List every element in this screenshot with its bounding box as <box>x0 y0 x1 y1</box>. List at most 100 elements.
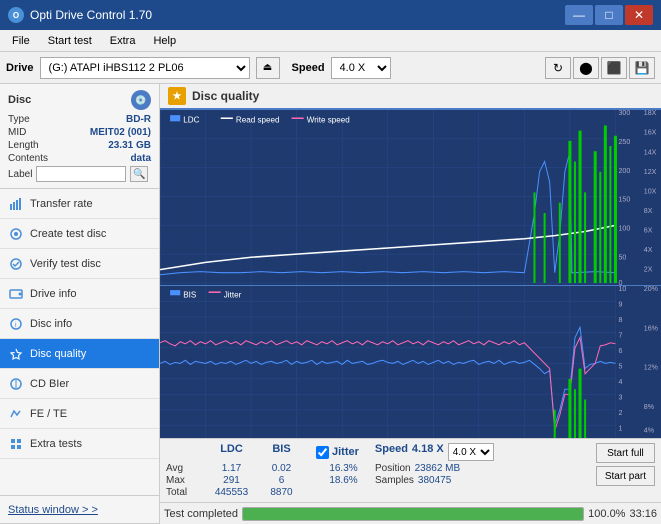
stats-header-row: LDC BIS Jitter Speed 4.18 X <box>166 443 588 461</box>
jitter-checkbox-container[interactable]: Jitter <box>316 443 359 461</box>
extra-tests-icon <box>8 436 24 452</box>
disc-type-row: Type BD-R <box>8 114 151 125</box>
sidebar-item-extra-tests[interactable]: Extra tests <box>0 429 159 459</box>
stats-bar: LDC BIS Jitter Speed 4.18 X <box>160 438 661 502</box>
sidebar-item-label-disc-quality: Disc quality <box>30 348 86 360</box>
sidebar-item-disc-quality[interactable]: Disc quality <box>0 339 159 369</box>
svg-text:2: 2 <box>618 409 622 417</box>
title-bar: O Opti Drive Control 1.70 — □ ✕ <box>0 0 661 30</box>
svg-text:Write speed: Write speed <box>307 115 350 124</box>
disc-info-icon: i <box>8 316 24 332</box>
progress-time: 33:16 <box>629 508 657 520</box>
start-part-button[interactable]: Start part <box>596 466 655 486</box>
svg-text:Jitter: Jitter <box>224 290 242 299</box>
stats-table: LDC BIS Jitter Speed 4.18 X <box>166 443 588 498</box>
toolbar-icon-2[interactable]: ⬤ <box>573 57 599 79</box>
stats-speed-select[interactable]: 4.0 X <box>448 443 494 461</box>
svg-text:0: 0 <box>618 279 622 285</box>
svg-text:9: 9 <box>618 301 622 309</box>
sidebar-bottom: Status window > > <box>0 495 159 524</box>
disc-info-panel: Disc 💿 Type BD-R MID MEIT02 (001) Length… <box>0 84 159 189</box>
status-window-link[interactable]: Status window > > <box>0 496 159 524</box>
sidebar-item-create-test-disc[interactable]: Create test disc <box>0 219 159 249</box>
menu-file[interactable]: File <box>4 33 38 49</box>
stats-max-jitter: 18.6% <box>316 475 371 486</box>
toolbar-icon-1[interactable]: ↻ <box>545 57 571 79</box>
svg-text:50: 50 <box>618 253 626 261</box>
svg-text:8: 8 <box>618 316 622 324</box>
charts-container: LDC Read speed Write speed 300 250 200 1… <box>160 110 661 438</box>
stats-speed-select-container[interactable]: 4.0 X <box>448 443 494 461</box>
disc-quality-icon-header: ★ <box>168 87 186 105</box>
maximize-button[interactable]: □ <box>595 5 623 25</box>
menu-help[interactable]: Help <box>145 33 184 49</box>
toolbar-icon-3[interactable]: ⬛ <box>601 57 627 79</box>
stats-spacer2 <box>359 443 369 461</box>
disc-mid-label: MID <box>8 127 26 138</box>
stats-total-bis: 8870 <box>259 487 304 498</box>
stats-total-label: Total <box>166 487 204 498</box>
svg-text:4X: 4X <box>644 246 653 254</box>
disc-label-button[interactable]: 🔍 <box>130 166 148 182</box>
stats-max-row: Max 291 6 18.6% Samples 380475 <box>166 475 588 486</box>
sidebar-item-label-cd-bier: CD BIer <box>30 378 69 390</box>
sidebar-item-disc-info[interactable]: i Disc info <box>0 309 159 339</box>
stats-total-row: Total 445553 8870 <box>166 487 588 498</box>
app-title: Opti Drive Control 1.70 <box>30 8 152 22</box>
bottom-chart: BIS Jitter 10 9 8 7 6 5 4 3 2 1 <box>160 286 661 438</box>
stats-avg-ldc: 1.17 <box>204 463 259 474</box>
svg-text:6: 6 <box>618 347 622 355</box>
title-bar-controls: — □ ✕ <box>565 5 653 25</box>
menu-start-test[interactable]: Start test <box>40 33 100 49</box>
sidebar-item-cd-bier[interactable]: CD BIer <box>0 369 159 399</box>
disc-length-value: 23.31 GB <box>108 140 151 151</box>
stats-total-ldc: 445553 <box>204 487 259 498</box>
sidebar-item-label-verify-test-disc: Verify test disc <box>30 258 101 270</box>
svg-text:12%: 12% <box>644 364 659 372</box>
close-button[interactable]: ✕ <box>625 5 653 25</box>
sidebar-item-transfer-rate[interactable]: Transfer rate <box>0 189 159 219</box>
stats-col-ldc: LDC <box>204 443 259 461</box>
sidebar-item-verify-test-disc[interactable]: Verify test disc <box>0 249 159 279</box>
progress-area: Test completed 100.0% 33:16 <box>160 502 661 524</box>
title-bar-left: O Opti Drive Control 1.70 <box>8 7 152 23</box>
top-chart: LDC Read speed Write speed 300 250 200 1… <box>160 110 661 286</box>
stats-col-jitter: Jitter <box>332 446 359 458</box>
svg-text:1: 1 <box>618 424 622 432</box>
svg-text:BIS: BIS <box>183 290 197 299</box>
svg-text:16X: 16X <box>644 129 657 137</box>
menu-extra[interactable]: Extra <box>102 33 144 49</box>
stats-samples-label: Samples <box>375 475 414 486</box>
sidebar-item-label-create-test-disc: Create test disc <box>30 228 106 240</box>
bottom-chart-svg: BIS Jitter 10 9 8 7 6 5 4 3 2 1 <box>160 286 661 438</box>
sidebar-item-label-fe-te: FE / TE <box>30 408 67 420</box>
stats-avg-label: Avg <box>166 463 204 474</box>
svg-text:Read speed: Read speed <box>236 115 280 124</box>
svg-text:7: 7 <box>618 332 622 340</box>
disc-label-input[interactable] <box>36 166 126 182</box>
toolbar-icons: ↻ ⬤ ⬛ 💾 <box>545 57 655 79</box>
jitter-checkbox[interactable] <box>316 446 329 459</box>
svg-text:250: 250 <box>618 138 630 146</box>
sidebar-item-label-transfer-rate: Transfer rate <box>30 198 93 210</box>
disc-contents-label: Contents <box>8 153 48 164</box>
svg-text:18X: 18X <box>644 110 657 117</box>
disc-contents-value: data <box>130 153 151 164</box>
cd-bier-icon <box>8 376 24 392</box>
disc-type-label: Type <box>8 114 30 125</box>
svg-text:4: 4 <box>618 378 622 386</box>
stats-empty-col <box>166 443 204 461</box>
svg-text:10: 10 <box>618 286 626 293</box>
speed-select[interactable]: 4.0 X <box>331 57 391 79</box>
drive-select[interactable]: (G:) ATAPI iHBS112 2 PL06 <box>40 57 250 79</box>
sidebar-item-drive-info[interactable]: Drive info <box>0 279 159 309</box>
start-full-button[interactable]: Start full <box>596 443 655 463</box>
disc-length-label: Length <box>8 140 39 151</box>
stats-max-bis: 6 <box>259 475 304 486</box>
drive-label: Drive <box>6 62 34 74</box>
sidebar-item-fe-te[interactable]: FE / TE <box>0 399 159 429</box>
minimize-button[interactable]: — <box>565 5 593 25</box>
toolbar-icon-4[interactable]: 💾 <box>629 57 655 79</box>
disc-section-title: Disc <box>8 94 31 106</box>
eject-button[interactable]: ⏏ <box>256 57 280 79</box>
